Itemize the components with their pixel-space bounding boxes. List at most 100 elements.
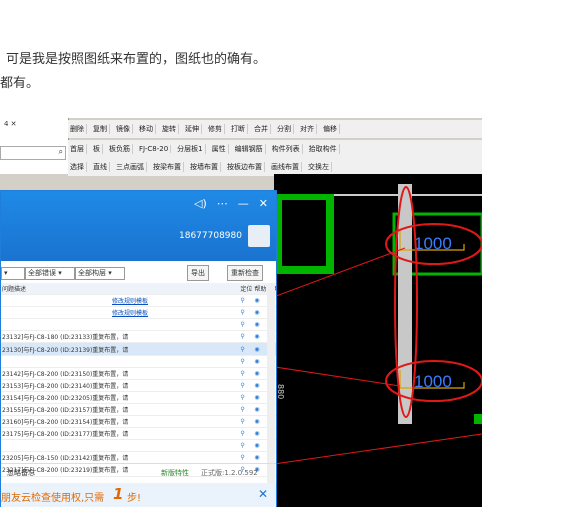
issue-description: 修改规则模板 [1, 306, 240, 320]
help-icon[interactable]: ◉ [253, 379, 268, 392]
article-line-1: 可是我是按照图纸来布置的，图纸也的确有。 [6, 52, 267, 67]
ignore-memo-link[interactable]: 忽略备忘 [7, 468, 35, 478]
help-icon[interactable]: ◉ [253, 318, 268, 332]
filter-select-1[interactable]: ▾ [1, 267, 25, 280]
issue-description: 23155]与FJ-C8-200 (ID:23157)重复布置，请 [1, 403, 240, 417]
issue-description: 23132]与FJ-C8-180 (ID:23133)重复布置，请 [1, 330, 240, 344]
window-controls: ◁) ⋯ — ✕ [194, 197, 268, 210]
table-row[interactable]: 23132]与FJ-C8-180 (ID:23133)重复布置，请⚲◉⊘👍依据 [1, 330, 276, 344]
table-row[interactable]: ⚲◉⊘👍依据 [1, 439, 276, 453]
locate-icon[interactable]: ⚲ [239, 330, 254, 344]
dialog-header: ◁) ⋯ — ✕ 18677708980 [1, 191, 276, 261]
issue-description: 23130]与FJ-C8-200 (ID:23139)重复布置，请 [1, 342, 240, 356]
locate-icon[interactable]: ⚲ [239, 294, 254, 308]
filter-errors-label: 全部错误 [28, 269, 56, 277]
table-row[interactable]: 23154]与FJ-C8-200 (ID:23205)重复布置，请⚲◉⊘👍依据 [1, 391, 276, 404]
table-row[interactable]: 修改规则模板⚲◉⊘👍依据 [1, 294, 276, 308]
help-icon[interactable]: ◉ [253, 391, 268, 404]
locate-icon[interactable]: ⚲ [239, 355, 254, 368]
table-row[interactable]: 23155]与FJ-C8-200 (ID:23157)重复布置，请⚲◉⊘👍依据 [1, 403, 276, 417]
more-icon[interactable]: ⋯ [217, 197, 228, 210]
col-help: 帮助 [253, 283, 268, 296]
locate-icon[interactable]: ⚲ [239, 403, 254, 417]
filter-floors-label: 全部构层 [78, 269, 106, 277]
issue-description: 修改规则模板 [1, 294, 240, 308]
article-line-2: 都有。 [0, 76, 40, 91]
help-icon[interactable]: ◉ [253, 439, 268, 453]
table-scrollbar[interactable] [267, 283, 275, 483]
issue-description [1, 318, 240, 332]
help-icon[interactable]: ◉ [253, 427, 268, 441]
help-icon[interactable]: ◉ [253, 306, 268, 320]
locate-icon[interactable]: ⚲ [239, 379, 254, 392]
close-icon[interactable]: ✕ [259, 197, 268, 210]
issue-description [1, 439, 240, 453]
issue-text: 23175]与FJ-C8-200 (ID:23177)重复布置，请 [2, 431, 129, 439]
filter-bar: ▾ 全部错误 ▾ 全部构层 ▾ 导出 重新检查 [1, 265, 276, 281]
promo-close-icon[interactable]: ✕ [258, 487, 268, 501]
recheck-button[interactable]: 重新检查 [227, 265, 263, 281]
filter-select-floors[interactable]: 全部构层 ▾ [75, 267, 125, 280]
issue-description: 23153]与FJ-C8-200 (ID:23140)重复布置，请 [1, 379, 240, 392]
export-label: 导出 [191, 269, 205, 277]
recheck-label: 重新检查 [231, 269, 259, 277]
table-row[interactable]: ⚲◉⊘👍依据 [1, 318, 276, 332]
help-icon[interactable]: ◉ [253, 367, 268, 380]
table-row[interactable]: 23175]与FJ-C8-200 (ID:23177)重复布置，请⚲◉⊘👍依据 [1, 427, 276, 441]
cloud-check-dialog: ◁) ⋯ — ✕ 18677708980 ▾ 全部错误 ▾ 全部构层 ▾ 导出 … [0, 190, 277, 507]
table-header: 问题描述 定位 帮助 忽略 赞 依据 [1, 283, 276, 296]
issues-table: 问题描述 定位 帮助 忽略 赞 依据 修改规则模板⚲◉⊘👍依据修改规则模板⚲◉⊘… [1, 283, 276, 477]
table-row[interactable]: ⚲◉⊘👍依据 [1, 355, 276, 368]
table-row[interactable]: 23130]与FJ-C8-200 (ID:23139)重复布置，请⚲◉⊘👍依据 [1, 342, 276, 356]
issue-text: 23132]与FJ-C8-180 (ID:23133)重复布置，请 [2, 334, 129, 342]
help-icon[interactable]: ◉ [253, 294, 268, 308]
issue-description: 23154]与FJ-C8-200 (ID:23205)重复布置，请 [1, 391, 240, 404]
issue-description: 23160]与FJ-C8-200 (ID:23154)重复布置，请 [1, 415, 240, 429]
issue-text: 23142]与FJ-C8-200 (ID:23150)重复布置，请 [2, 370, 129, 378]
minimize-icon[interactable]: — [238, 197, 249, 210]
issue-description [1, 355, 240, 368]
version-label: 正式版:1.2.0.592 [201, 469, 258, 477]
modify-rule-link[interactable]: 修改规则模板 [112, 298, 148, 305]
col-locate: 定位 [239, 283, 254, 296]
locate-icon[interactable]: ⚲ [239, 306, 254, 320]
promo-number: 1 [113, 485, 124, 503]
export-button[interactable]: 导出 [187, 265, 209, 281]
issue-text: 23155]与FJ-C8-200 (ID:23157)重复布置，请 [2, 406, 129, 414]
modify-rule-link[interactable]: 修改规则模板 [112, 310, 148, 317]
issue-text: 23205]与FJ-C8-150 (ID:23142)重复布置，请 [2, 455, 129, 463]
table-row[interactable]: 23153]与FJ-C8-200 (ID:23140)重复布置，请⚲◉⊘👍依据 [1, 379, 276, 392]
col-desc: 问题描述 [1, 283, 240, 296]
help-icon[interactable]: ◉ [253, 355, 268, 368]
locate-icon[interactable]: ⚲ [239, 391, 254, 404]
software-screenshot: 4 ✕ ⌕ 删除 复制 镜像 移动 旋转 延伸 修剪 打断 合并 分割 对齐 偏移 首层板板负筋 FJ-… [0, 118, 482, 507]
new-features-link[interactable]: 新版特性 [161, 468, 189, 478]
help-icon[interactable]: ◉ [253, 415, 268, 429]
help-icon[interactable]: ◉ [253, 330, 268, 344]
table-row[interactable]: 修改规则模板⚲◉⊘👍依据 [1, 306, 276, 320]
avatar[interactable] [248, 225, 270, 247]
locate-icon[interactable]: ⚲ [239, 415, 254, 429]
sound-icon[interactable]: ◁) [194, 197, 207, 210]
table-row[interactable]: 23160]与FJ-C8-200 (ID:23154)重复布置，请⚲◉⊘👍依据 [1, 415, 276, 429]
issue-description: 23142]与FJ-C8-200 (ID:23150)重复布置，请 [1, 367, 240, 380]
issue-text: 23154]与FJ-C8-200 (ID:23205)重复布置，请 [2, 394, 129, 402]
filter-select-errors[interactable]: 全部错误 ▾ [25, 267, 75, 280]
help-icon[interactable]: ◉ [253, 342, 268, 356]
locate-icon[interactable]: ⚲ [239, 342, 254, 356]
locate-icon[interactable]: ⚲ [239, 318, 254, 332]
phone-number: 18677708980 [179, 231, 242, 241]
issue-text: 23160]与FJ-C8-200 (ID:23154)重复布置，请 [2, 419, 129, 427]
locate-icon[interactable]: ⚲ [239, 367, 254, 380]
table-row[interactable]: 23142]与FJ-C8-200 (ID:23150)重复布置，请⚲◉⊘👍依据 [1, 367, 276, 380]
promo-suffix: 步! [127, 493, 142, 504]
dialog-footer: 忽略备忘 新版特性 正式版:1.2.0.592 [1, 463, 276, 482]
help-icon[interactable]: ◉ [253, 403, 268, 417]
issue-text: 23153]与FJ-C8-200 (ID:23140)重复布置，请 [2, 382, 129, 390]
locate-icon[interactable]: ⚲ [239, 439, 254, 453]
locate-icon[interactable]: ⚲ [239, 427, 254, 441]
promo-banner[interactable]: 朋友云检查使用权,只需 1 步! ✕ [1, 483, 276, 507]
issue-description: 23175]与FJ-C8-200 (ID:23177)重复布置，请 [1, 427, 240, 441]
promo-text: 朋友云检查使用权,只需 [1, 493, 105, 504]
issue-text: 23130]与FJ-C8-200 (ID:23139)重复布置，请 [2, 346, 129, 354]
